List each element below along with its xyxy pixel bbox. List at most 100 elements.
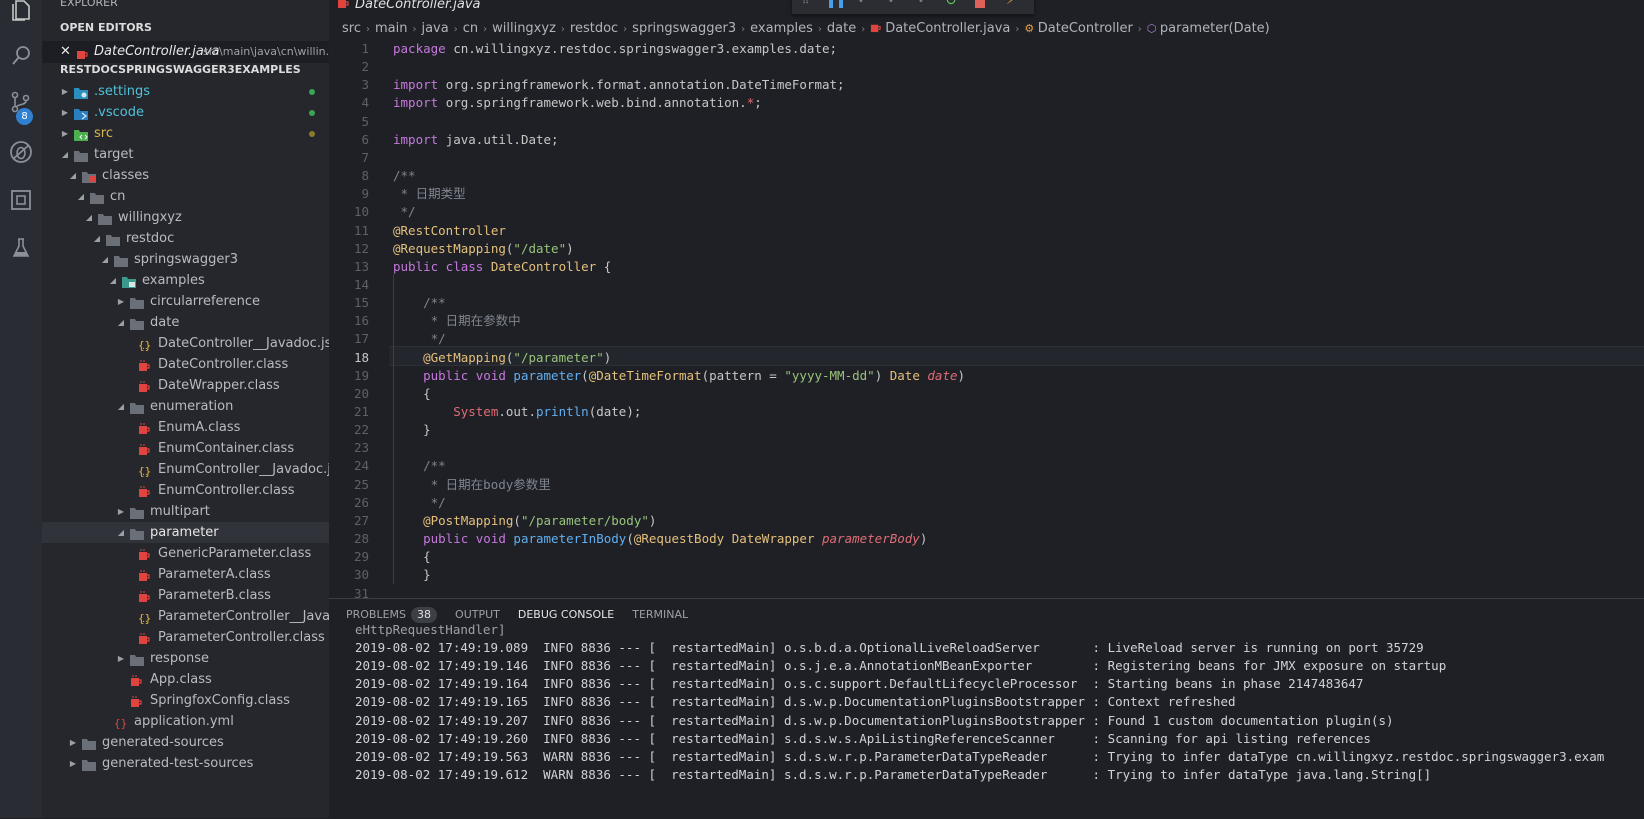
chevron-down-icon[interactable]: ◢ — [116, 312, 126, 333]
chevron-down-icon[interactable]: ◢ — [84, 207, 94, 228]
breadcrumb-item[interactable]: willingxyz — [492, 21, 556, 36]
code-token: (date); — [588, 404, 642, 419]
test-icon[interactable] — [5, 232, 37, 264]
tree-item[interactable]: {}.. ParameterController__Javado... — [42, 606, 329, 627]
tree-item[interactable]: App.class — [42, 669, 329, 690]
debug-icon[interactable] — [5, 136, 37, 168]
breadcrumb-item[interactable]: java — [421, 21, 448, 36]
breadcrumb-item[interactable]: cn — [463, 21, 478, 36]
tree-item[interactable]: {} application.yml — [42, 711, 329, 732]
code-line: import org.springframework.web.bind.anno… — [393, 94, 762, 112]
restart-icon[interactable]: ↻ — [945, 0, 957, 9]
debug-console[interactable]: eHttpRequestHandler] 2019-08-02 17:49:19.… — [355, 621, 1644, 819]
pause-icon[interactable]: ❚❚ — [826, 0, 846, 8]
tree-item[interactable]: ▶ .settings — [42, 81, 329, 102]
tree-item[interactable]: EnumContainer.class — [42, 438, 329, 459]
extensions-icon[interactable] — [5, 184, 37, 216]
breadcrumb-item[interactable]: springswagger3 — [632, 21, 736, 36]
tree-item[interactable]: ◢ parameter — [42, 522, 329, 543]
tree-item[interactable]: ▶ circularreference — [42, 291, 329, 312]
chevron-down-icon[interactable]: ◢ — [68, 165, 78, 186]
chevron-down-icon[interactable]: ◢ — [108, 270, 118, 291]
tree-item[interactable]: {}.. DateController__Javadoc.json — [42, 333, 329, 354]
code-token: System — [393, 404, 499, 419]
tree-item[interactable]: EnumController.class — [42, 480, 329, 501]
tree-item[interactable]: SpringfoxConfig.class — [42, 690, 329, 711]
code-line: @GetMapping("/parameter") — [393, 349, 611, 367]
tree-item[interactable]: ParameterA.class — [42, 564, 329, 585]
code-token: * 日期在参数中 — [393, 313, 521, 329]
tree-item[interactable]: GenericParameter.class — [42, 543, 329, 564]
line-number: 25 — [353, 476, 369, 492]
search-icon[interactable] — [5, 40, 37, 72]
tree-item[interactable]: ▶ generated-test-sources — [42, 753, 329, 774]
code-token: public void — [393, 531, 514, 547]
breadcrumb-item[interactable]: restdoc — [570, 21, 618, 36]
breadcrumb-item[interactable]: src — [342, 21, 361, 36]
code-line: */ — [393, 494, 446, 512]
code-line: System.out.println(date); — [393, 403, 641, 421]
tree-item[interactable]: EnumA.class — [42, 417, 329, 438]
chevron-right-icon[interactable]: ▶ — [60, 81, 70, 102]
line-number: 10 — [353, 204, 369, 220]
tree-item-label: EnumContainer.class — [158, 441, 295, 456]
chevron-down-icon[interactable]: ◢ — [116, 522, 126, 543]
tree-item[interactable]: ◢ enumeration — [42, 396, 329, 417]
tree-item[interactable]: ▶ .vscode — [42, 102, 329, 123]
code-line: * 日期类型 — [393, 185, 466, 203]
chevron-down-icon[interactable]: ◢ — [116, 396, 126, 417]
chevron-right-icon: › — [560, 24, 565, 35]
drag-handle-icon[interactable]: ⠿ — [802, 0, 809, 7]
step-out-icon[interactable]: • — [918, 0, 924, 7]
tree-item[interactable]: ▶ multipart — [42, 501, 329, 522]
tree-item[interactable]: ▶ generated-sources — [42, 732, 329, 753]
chevron-right-icon[interactable]: ▶ — [60, 102, 70, 123]
breadcrumb-item[interactable]: DateController.java — [885, 21, 1010, 36]
tree-item[interactable]: ▶ response — [42, 648, 329, 669]
tree-item[interactable]: ParameterController.class — [42, 627, 329, 648]
project-header[interactable]: RESTDOCSPRINGSWAGGER3EXAMPLES — [42, 59, 329, 81]
chevron-down-icon[interactable]: ◢ — [76, 186, 86, 207]
code-line: public class DateController { — [393, 258, 611, 276]
breadcrumb-item[interactable]: DateController — [1038, 21, 1133, 36]
tree-item[interactable]: ParameterB.class — [42, 585, 329, 606]
tree-item-label: .settings — [94, 84, 150, 99]
chevron-right-icon[interactable]: ▶ — [60, 123, 70, 144]
breadcrumb-item[interactable]: examples — [750, 21, 813, 36]
tree-item[interactable]: ◢ date — [42, 312, 329, 333]
tree-item[interactable]: DateController.class — [42, 354, 329, 375]
files-icon[interactable] — [5, 0, 37, 26]
tree-item[interactable]: ◢ examples — [42, 270, 329, 291]
tree-item[interactable]: ◢ restdoc — [42, 228, 329, 249]
chevron-right-icon[interactable]: ▶ — [68, 732, 78, 753]
chevron-down-icon[interactable]: ◢ — [92, 228, 102, 249]
tree-item[interactable]: {}.. EnumController__Javadoc.json — [42, 459, 329, 480]
chevron-right-icon[interactable]: ▶ — [116, 291, 126, 312]
line-number: 20 — [353, 385, 369, 401]
breadcrumb-item[interactable]: parameter(Date) — [1160, 21, 1270, 36]
tree-item[interactable]: DateWrapper.class — [42, 375, 329, 396]
editor-tab[interactable]: DateController.java — [337, 0, 480, 16]
breadcrumb-item[interactable]: main — [375, 21, 407, 36]
hot-reload-icon[interactable]: ⚡ — [1006, 0, 1015, 8]
step-into-icon[interactable]: • — [888, 0, 894, 7]
step-over-icon[interactable]: • — [858, 0, 864, 7]
tree-item-label: enumeration — [150, 399, 234, 414]
tree-item[interactable]: ◢ target — [42, 144, 329, 165]
chevron-down-icon[interactable]: ◢ — [60, 144, 70, 165]
folder-icon — [90, 190, 104, 204]
method-symbol-icon: ⬡ — [1146, 22, 1160, 35]
stop-icon[interactable] — [975, 0, 985, 8]
tree-item[interactable]: ◢ willingxyz — [42, 207, 329, 228]
chevron-right-icon[interactable]: ▶ — [68, 753, 78, 774]
tree-item[interactable]: ▶ src — [42, 123, 329, 144]
chevron-right-icon[interactable]: ▶ — [116, 648, 126, 669]
tree-item[interactable]: ◢ cn — [42, 186, 329, 207]
breadcrumb-item[interactable]: date — [827, 21, 856, 36]
code-token: org.springframework.format.annotation.Da… — [445, 77, 845, 93]
chevron-down-icon[interactable]: ◢ — [100, 249, 110, 270]
tree-item[interactable]: ◢ classes — [42, 165, 329, 186]
chevron-right-icon[interactable]: ▶ — [116, 501, 126, 522]
tree-item[interactable]: ◢ springswagger3 — [42, 249, 329, 270]
open-editors-header[interactable]: OPEN EDITORS — [42, 17, 329, 39]
